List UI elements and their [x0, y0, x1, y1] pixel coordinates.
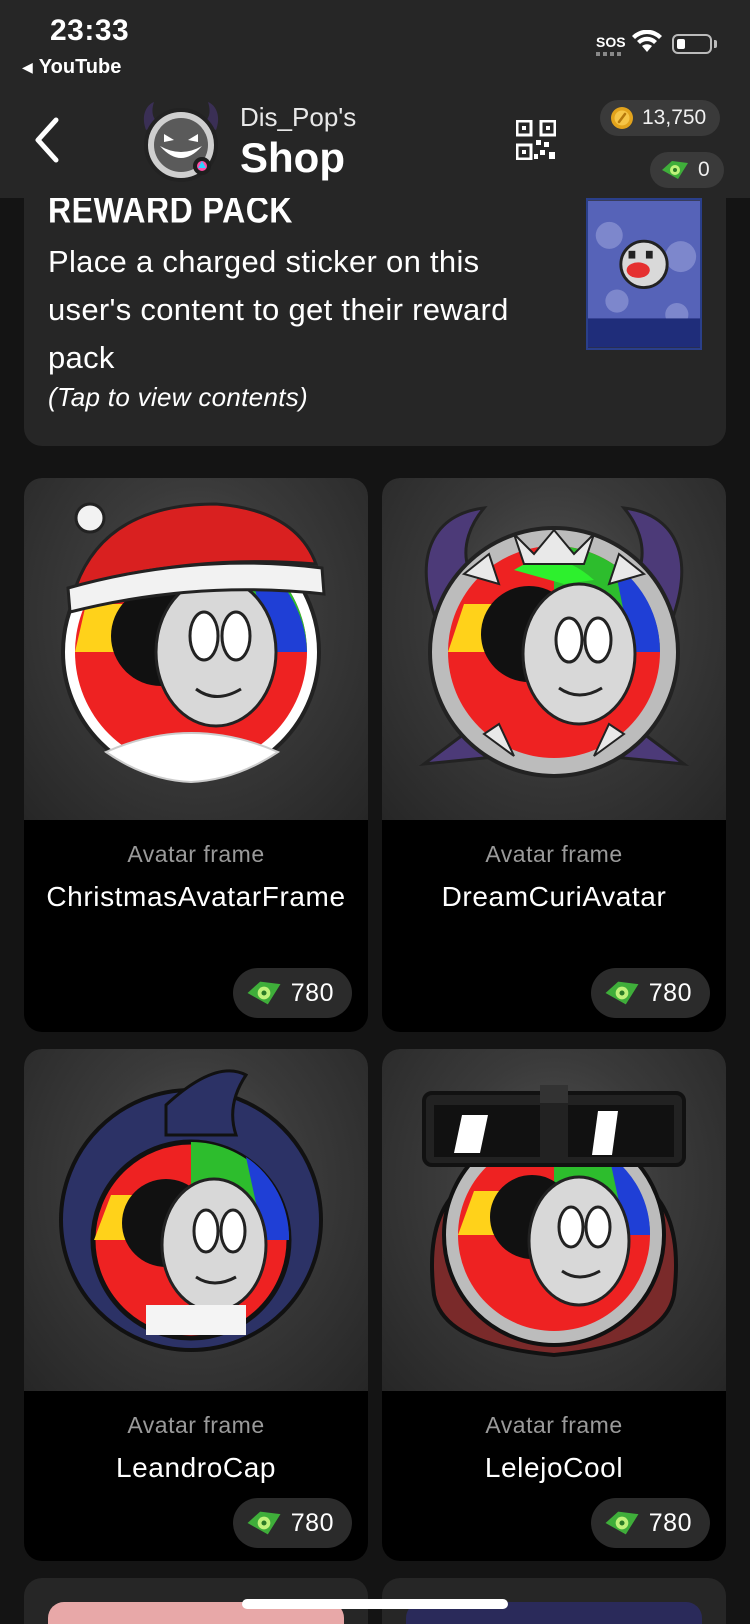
shop-item-card-dreamcuri[interactable]: Avatar frame DreamCuriAvatar 780	[382, 478, 726, 1032]
shop-owner-avatar[interactable]	[138, 100, 224, 186]
qr-code-icon[interactable]	[516, 120, 556, 160]
item-price-value: 780	[290, 1508, 334, 1537]
signal-dots-icon	[596, 52, 622, 56]
props-icon	[247, 1511, 281, 1535]
item-price-value: 780	[648, 1508, 692, 1537]
props-icon	[605, 981, 639, 1005]
item-price-value: 780	[648, 978, 692, 1007]
props-balance-value: 0	[698, 158, 710, 181]
coin-balance[interactable]: 13,750	[600, 100, 721, 136]
item-price-button[interactable]: 780	[232, 968, 352, 1018]
item-price-button[interactable]: 780	[590, 1498, 710, 1548]
reward-pack-card[interactable]: REWARD PACK Place a charged sticker on t…	[24, 198, 726, 446]
item-type-label: Avatar frame	[127, 1412, 265, 1438]
coin-icon	[611, 107, 633, 129]
item-price-button[interactable]: 780	[590, 968, 710, 1018]
props-balance[interactable]: 0	[650, 152, 724, 188]
home-indicator[interactable]	[242, 1599, 508, 1609]
reward-pack-hint[interactable]: (Tap to view contents)	[48, 382, 308, 413]
sos-indicator: SOS	[596, 34, 626, 50]
item-name: LelejoCool	[484, 1452, 624, 1483]
item-name: DreamCuriAvatar	[441, 881, 667, 912]
dreamcuri-frame-art	[418, 506, 690, 778]
battery-tip	[714, 40, 717, 48]
item-price-button[interactable]: 780	[232, 1498, 352, 1548]
back-app-label: YouTube	[38, 56, 122, 78]
shop-item-card-christmas[interactable]: Avatar frame ChristmasAvatarFrame 780	[24, 478, 368, 1032]
status-bar: 23:33 ◀ YouTube SOS	[0, 0, 750, 90]
coin-balance-value: 13,750	[642, 106, 707, 129]
item-type-label: Avatar frame	[485, 1412, 623, 1438]
item-price-value: 780	[290, 978, 334, 1007]
item-preview-image	[24, 478, 368, 820]
item-preview-image	[24, 1049, 368, 1391]
item-type-label: Avatar frame	[485, 841, 623, 867]
leandrocap-frame-art	[59, 1069, 323, 1352]
shop-item-card-lelejocool[interactable]: Avatar frame LelejoCool 780	[382, 1049, 726, 1561]
props-icon	[662, 161, 688, 179]
wifi-icon	[632, 30, 662, 52]
lelejocool-frame-art	[422, 1085, 686, 1358]
item-preview-image	[382, 1049, 726, 1391]
item-type-label: Avatar frame	[127, 841, 265, 867]
props-icon	[247, 981, 281, 1005]
reward-pack-title: REWARD PACK	[48, 198, 293, 231]
reward-pack-description: Place a charged sticker on this user's c…	[48, 244, 509, 375]
chevron-left-icon[interactable]	[28, 114, 68, 166]
christmas-frame-art	[61, 502, 326, 784]
back-triangle-icon: ◀	[22, 59, 33, 75]
shop-owner-name: Dis_Pop's	[240, 102, 357, 132]
battery-icon	[672, 34, 712, 54]
reward-pack-image[interactable]	[586, 198, 702, 350]
shop-item-card-leandrocap[interactable]: Avatar frame LeandroCap 780	[24, 1049, 368, 1561]
back-to-app-link[interactable]: ◀ YouTube	[22, 56, 121, 79]
item-name: ChristmasAvatarFrame	[46, 881, 346, 912]
item-name: LeandroCap	[115, 1452, 277, 1483]
props-icon	[605, 1511, 639, 1535]
shop-header: Dis_Pop's Shop 13,750 0	[0, 90, 750, 198]
item-preview-image	[382, 478, 726, 820]
clock: 23:33	[50, 14, 130, 47]
page-title: Shop	[240, 134, 345, 181]
